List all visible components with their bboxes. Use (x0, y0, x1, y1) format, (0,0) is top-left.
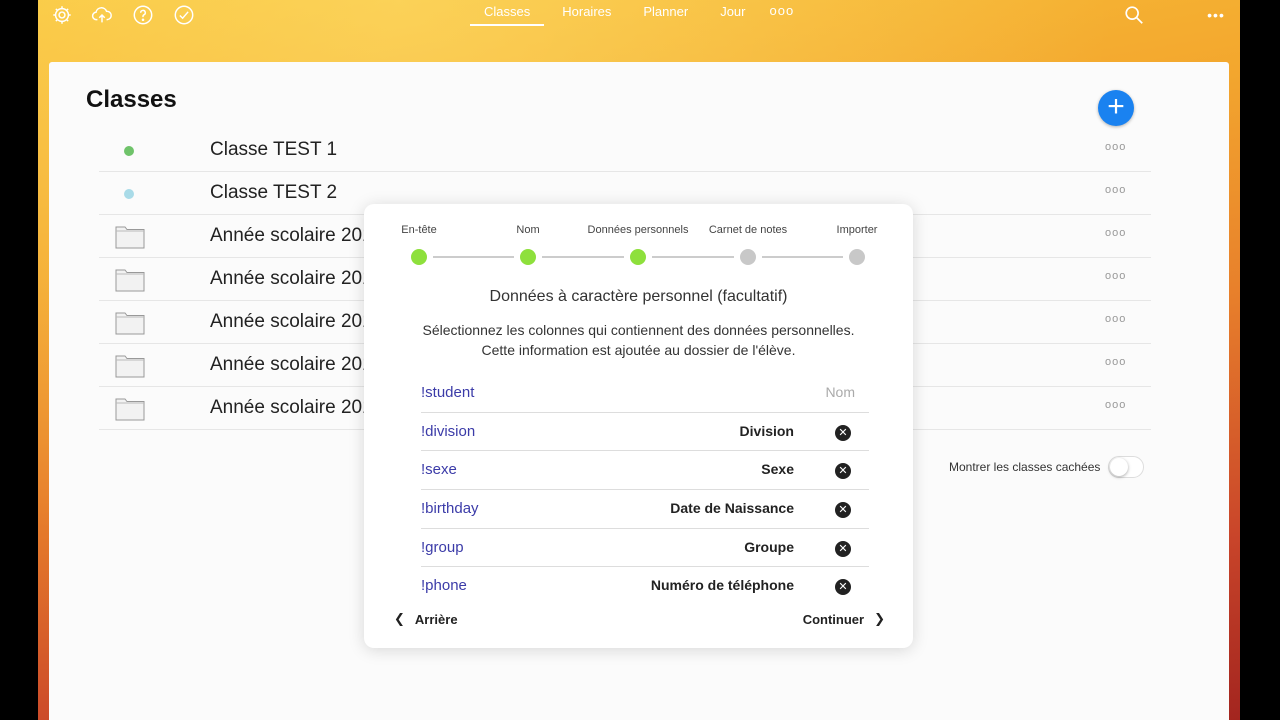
class-list-item[interactable]: Classe TEST 1 ooo (99, 129, 1151, 172)
column-mapping-row[interactable]: !birthday Date de Naissance ✕ (421, 490, 869, 529)
row-more-icon[interactable]: ooo (1105, 141, 1126, 153)
remove-mapping-icon[interactable]: ✕ (835, 424, 851, 441)
continue-button[interactable]: Continuer ❯ (803, 606, 885, 632)
class-color-dot (124, 146, 134, 156)
step-complete-dot (630, 249, 646, 265)
step-label: Données personnels (587, 224, 689, 236)
dialog-description-line-2: Cette information est ajoutée au dossier… (481, 342, 796, 358)
column-mapped-field: Sexe (761, 461, 794, 478)
step-complete-dot (411, 249, 427, 265)
remove-mapping-icon[interactable]: ✕ (835, 463, 851, 480)
search-icon[interactable] (1122, 3, 1146, 27)
row-more-icon[interactable]: ooo (1105, 270, 1126, 282)
page-title: Classes (86, 86, 177, 113)
step-label: En-tête (401, 224, 437, 236)
column-mapping-row[interactable]: !group Groupe ✕ (421, 529, 869, 568)
chevron-right-icon: ❯ (874, 611, 885, 626)
column-mapping-list[interactable]: !student Nom !division Division ✕ !sexe Sexe ✕!… (421, 374, 869, 596)
column-mapped-field: Division (739, 422, 794, 439)
back-label: Arrière (414, 611, 458, 627)
tab-planner[interactable]: Planner (627, 4, 704, 24)
import-wizard-dialog: En-tête Nom Données personnels Carnet de no… (364, 204, 913, 648)
row-more-icon[interactable]: ooo (1105, 313, 1126, 325)
column-key: !sexe (421, 461, 457, 479)
add-class-button[interactable]: + (1098, 90, 1134, 126)
dialog-description: Sélectionnez les colonnes qui contiennen… (364, 320, 913, 360)
folder-icon (115, 267, 145, 292)
chevron-left-icon: ❮ (394, 611, 405, 626)
gear-icon[interactable] (50, 3, 74, 27)
remove-mapping-icon[interactable]: ✕ (835, 502, 851, 519)
check-circle-icon[interactable] (172, 3, 196, 27)
step-label: Nom (516, 224, 540, 236)
class-color-dot (124, 189, 134, 199)
folder-icon (115, 224, 145, 249)
column-key: !birthday (421, 500, 479, 518)
column-mapping-row[interactable]: !sexe Sexe ✕ (421, 451, 869, 491)
column-key: !phone (421, 577, 467, 595)
remove-mapping-icon[interactable]: ✕ (835, 579, 851, 596)
column-mapped-field: Date de Naissance (670, 500, 794, 517)
back-button[interactable]: ❮ Arrière (394, 606, 458, 632)
class-list-item-label: Classe TEST 2 (210, 182, 338, 203)
tab-horaires[interactable]: Horaires (546, 4, 627, 24)
tab-classes[interactable]: Classes (468, 4, 546, 26)
step-label: Importer (836, 224, 878, 236)
stepper-connector (542, 256, 624, 258)
column-mapped-field: Groupe (744, 538, 794, 555)
tabs-more-icon[interactable]: ooo (761, 4, 802, 26)
show-hidden-classes: Montrer les classes cachées (949, 456, 1145, 478)
wizard-stepper: En-tête Nom Données personnels Carnet de no… (364, 204, 913, 274)
tab-jour[interactable]: Jour (704, 4, 761, 24)
show-hidden-label: Montrer les classes cachées (949, 460, 1101, 474)
top-bar: Classes Horaires Planner Jour ooo ••• (38, 0, 1240, 44)
column-mapped-field: Nom (825, 384, 855, 400)
more-icon[interactable]: ••• (1204, 3, 1228, 27)
row-more-icon[interactable]: ooo (1105, 356, 1126, 368)
column-key: !student (421, 384, 475, 401)
column-key: !division (421, 422, 476, 440)
help-icon[interactable] (131, 3, 155, 27)
column-key: !group (421, 538, 464, 556)
row-more-icon[interactable]: ooo (1105, 227, 1126, 239)
main-tabs: Classes Horaires Planner Jour ooo (468, 4, 802, 26)
column-mapping-row[interactable]: !student Nom (421, 374, 869, 413)
folder-icon (115, 353, 145, 378)
step-complete-dot (520, 249, 536, 265)
step-pending-dot (849, 249, 865, 265)
folder-icon (115, 310, 145, 335)
folder-icon (115, 396, 145, 421)
stepper-connector (652, 256, 734, 258)
stepper-connector (433, 256, 514, 258)
row-more-icon[interactable]: ooo (1105, 399, 1126, 411)
continue-label: Continuer (802, 611, 865, 627)
show-hidden-toggle[interactable] (1108, 456, 1145, 478)
column-mapping-row[interactable]: !phone Numéro de téléphone ✕ (421, 567, 869, 596)
cloud-upload-icon[interactable] (90, 3, 114, 27)
step-pending-dot (740, 249, 756, 265)
class-list-item-label: Classe TEST 1 (210, 139, 338, 160)
step-label: Carnet de notes (708, 224, 788, 236)
column-mapped-field: Numéro de téléphone (650, 577, 794, 594)
dialog-title: Données à caractère personnel (facultati… (489, 288, 788, 305)
remove-mapping-icon[interactable]: ✕ (835, 540, 851, 557)
column-mapping-row[interactable]: !division Division ✕ (421, 413, 869, 452)
row-more-icon[interactable]: ooo (1105, 184, 1126, 196)
dialog-description-line-1: Sélectionnez les colonnes qui contiennen… (422, 322, 855, 338)
stepper-connector (762, 256, 843, 258)
